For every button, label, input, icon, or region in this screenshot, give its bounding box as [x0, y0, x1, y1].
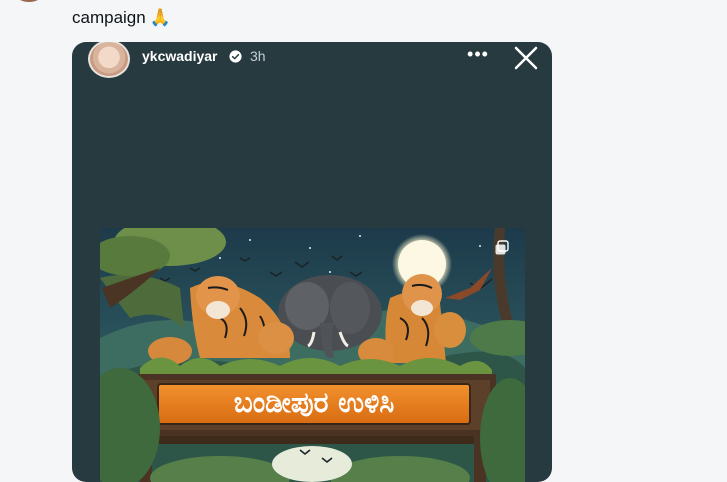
story-poster-image: ಬಂಡೀಪುರ ಉಳಿಸಿ [100, 228, 525, 482]
tweet-text: campaign 🙏 [72, 8, 171, 28]
poster-banner-text: ಬಂಡೀಪುರ ಉಳಿಸಿ [233, 386, 395, 419]
copy-icon[interactable] [494, 240, 510, 256]
story-timestamp: 3h [250, 48, 266, 64]
story-username[interactable]: ykcwadiyar [142, 48, 218, 64]
author-avatar[interactable] [14, 0, 44, 2]
pray-emoji: 🙏 [149, 8, 171, 27]
verified-icon [229, 50, 242, 63]
tweet-body: campaign 🙏 [0, 0, 727, 40]
close-icon[interactable] [512, 44, 540, 72]
more-icon[interactable]: ••• [466, 45, 490, 66]
story-avatar[interactable] [88, 42, 130, 78]
tweet-text-line: campaign [72, 8, 146, 27]
story-header: ykcwadiyar 3h ••• [72, 42, 552, 78]
poster-artwork [100, 228, 525, 482]
instagram-story-card[interactable]: ykcwadiyar 3h ••• ಬಂಡೀಪುರ ಉಳಿಸಿ [72, 42, 552, 482]
